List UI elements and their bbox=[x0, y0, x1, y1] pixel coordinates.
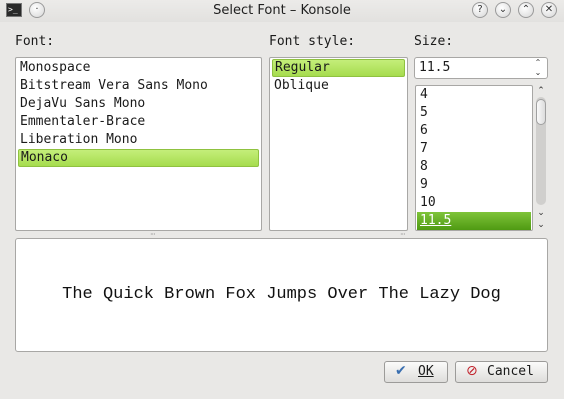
list-item[interactable]: 9 bbox=[417, 176, 531, 194]
size-input[interactable]: 11.5 ⌃ ⌄ bbox=[414, 57, 548, 79]
font-preview[interactable]: The Quick Brown Fox Jumps Over The Lazy … bbox=[15, 238, 548, 352]
scroll-down-icon-2[interactable]: ⌄ bbox=[534, 219, 548, 231]
size-label: Size: bbox=[414, 34, 454, 49]
cancel-label: Cancel bbox=[487, 364, 534, 379]
font-style-list[interactable]: Regular Oblique bbox=[269, 57, 408, 231]
cancel-button[interactable]: ⊘ Cancel bbox=[455, 361, 548, 383]
font-family-list[interactable]: Monospace Bitstream Vera Sans Mono DejaV… bbox=[15, 57, 262, 231]
size-spin-buttons[interactable]: ⌃ ⌄ bbox=[533, 58, 543, 78]
spin-down-icon[interactable]: ⌄ bbox=[533, 68, 543, 78]
preview-text: The Quick Brown Fox Jumps Over The Lazy … bbox=[62, 285, 501, 304]
scroll-thumb[interactable] bbox=[536, 99, 546, 125]
checkmark-icon: ✔ bbox=[395, 363, 407, 379]
font-label: Font: bbox=[15, 34, 55, 49]
minimize-icon[interactable]: ⌄ bbox=[495, 2, 511, 18]
spin-up-icon[interactable]: ⌃ bbox=[533, 58, 543, 68]
size-scrollbar[interactable]: ⌃ ⌄ ⌄ bbox=[534, 85, 548, 231]
size-value[interactable]: 11.5 bbox=[419, 60, 450, 75]
list-item[interactable]: 5 bbox=[417, 104, 531, 122]
scroll-down-icon[interactable]: ⌄ bbox=[534, 207, 548, 219]
list-item[interactable]: 8 bbox=[417, 158, 531, 176]
list-item[interactable]: Bitstream Vera Sans Mono bbox=[18, 77, 259, 95]
list-item-selected[interactable]: Regular bbox=[272, 59, 405, 77]
list-item[interactable]: Emmentaler-Brace bbox=[18, 113, 259, 131]
list-item[interactable]: Liberation Mono bbox=[18, 131, 259, 149]
list-item[interactable]: DejaVu Sans Mono bbox=[18, 95, 259, 113]
font-style-label: Font style: bbox=[269, 34, 356, 49]
list-item[interactable]: 7 bbox=[417, 140, 531, 158]
maximize-icon[interactable]: ⌃ bbox=[518, 2, 534, 18]
list-item[interactable]: Oblique bbox=[272, 77, 405, 95]
list-item[interactable]: Monospace bbox=[18, 59, 259, 77]
scroll-up-icon[interactable]: ⌃ bbox=[534, 85, 548, 97]
help-icon[interactable]: ? bbox=[472, 2, 488, 18]
ok-label: OK bbox=[418, 364, 434, 379]
close-icon[interactable]: ✕ bbox=[541, 2, 557, 18]
ok-button[interactable]: ✔ OK bbox=[384, 361, 448, 383]
list-item[interactable]: 4 bbox=[417, 86, 531, 104]
list-item-selected[interactable]: 11.5 bbox=[417, 212, 531, 230]
list-item[interactable]: 10 bbox=[417, 194, 531, 212]
size-list[interactable]: 4 5 6 7 8 9 10 11.5 bbox=[415, 85, 533, 231]
cancel-icon: ⊘ bbox=[466, 363, 478, 379]
list-item-selected[interactable]: Monaco bbox=[18, 149, 259, 167]
list-item[interactable]: 6 bbox=[417, 122, 531, 140]
title-bar: >_ · Select Font – Konsole ? ⌄ ⌃ ✕ bbox=[0, 0, 564, 22]
